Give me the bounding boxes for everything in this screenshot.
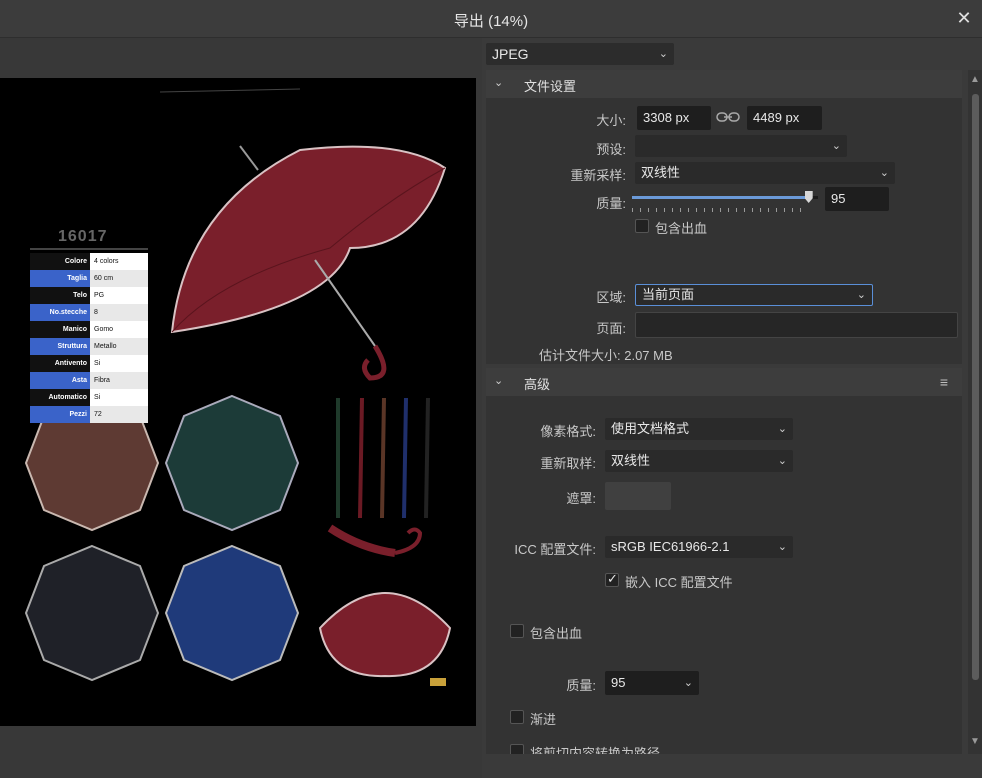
dialog-title: 导出 (14%) (453, 13, 529, 30)
spec-row: Telo PG (30, 287, 148, 304)
progressive-checkbox[interactable] (510, 710, 524, 724)
pages-input[interactable] (635, 312, 958, 338)
adv-bleed-checkbox[interactable] (510, 624, 524, 638)
spec-row: Asta Fibra (30, 372, 148, 389)
resample-label: 重新采样: (570, 168, 626, 183)
advanced-title: 高级 (524, 377, 551, 392)
scrollbar-thumb[interactable] (972, 94, 979, 680)
progressive-label: 渐进 (530, 712, 557, 727)
spec-table: Colore 4 colors Taglia 60 cm Telo PG No.ste… (30, 253, 148, 423)
collapse-chevron-icon[interactable]: ⌄ (494, 374, 503, 387)
matte-label: 遮罩: (566, 491, 596, 506)
scroll-up-icon[interactable]: ▲ (970, 74, 980, 85)
link-icon[interactable] (716, 110, 740, 124)
quality-slider-fill (632, 196, 809, 199)
size-label: 大小: (596, 113, 626, 128)
adv-quality-select[interactable]: 95 ⌄ (605, 671, 699, 695)
adv-resample-select[interactable]: 双线性 ⌄ (605, 450, 793, 472)
spec-row: Manico Gomo (30, 321, 148, 338)
spec-row: Antivento Si (30, 355, 148, 372)
collapse-chevron-icon[interactable]: ⌄ (494, 76, 503, 89)
pixel-format-label: 像素格式: (540, 424, 596, 439)
quality-label: 质量: (596, 196, 626, 211)
adv-bleed-label: 包含出血 (530, 626, 583, 641)
chevron-down-icon: ⌄ (856, 289, 866, 301)
model-underline (30, 248, 148, 250)
file-settings-header[interactable]: ⌄ 文件设置 (486, 70, 962, 98)
chevron-down-icon: ⌄ (777, 455, 787, 467)
export-preview: 16017 Colore 4 colors Taglia 60 cm Telo PG … (0, 78, 476, 726)
preset-label: 预设: (596, 142, 626, 157)
preset-select[interactable]: ⌄ (635, 135, 847, 157)
estimated-size: 估计文件大小: 2.07 MB (539, 348, 673, 363)
spec-row: Pezzi 72 (30, 406, 148, 423)
height-input[interactable]: 4489 px (747, 106, 822, 130)
matte-swatch[interactable] (605, 482, 671, 510)
embed-icc-checkbox[interactable] (605, 571, 619, 587)
product-model-number: 16017 (58, 228, 108, 245)
icc-select[interactable]: sRGB IEC61966-2.1 ⌄ (605, 536, 793, 558)
quality-slider[interactable] (632, 191, 818, 203)
settings-scrollbar[interactable]: ▲ ▼ (968, 70, 982, 754)
dialog-footer (486, 754, 982, 778)
close-icon[interactable]: ✕ (954, 8, 974, 28)
spec-row: No.stecche 8 (30, 304, 148, 321)
spec-row: Struttura Metallo (30, 338, 148, 355)
format-select[interactable]: JPEG ⌄ (486, 43, 674, 65)
bleed-checkbox[interactable] (635, 219, 649, 233)
icc-label: ICC 配置文件: (514, 542, 596, 557)
title-bar: 导出 (14%) ✕ (0, 0, 982, 38)
chevron-down-icon: ⌄ (879, 167, 889, 179)
chevron-down-icon: ⌄ (658, 48, 668, 60)
chevron-down-icon: ⌄ (777, 541, 787, 553)
pixel-format-select[interactable]: 使用文档格式 ⌄ (605, 418, 793, 440)
embed-icc-label: 嵌入 ICC 配置文件 (625, 575, 733, 590)
format-value: JPEG (492, 46, 529, 62)
area-label: 区域: (596, 290, 626, 305)
quality-input[interactable]: 95 (825, 187, 889, 211)
scroll-down-icon[interactable]: ▼ (970, 736, 980, 747)
pages-label: 页面: (596, 321, 626, 336)
adv-quality-label: 质量: (566, 678, 596, 693)
spec-row: Colore 4 colors (30, 253, 148, 270)
file-settings-title: 文件设置 (524, 79, 577, 94)
resample-select[interactable]: 双线性 ⌄ (635, 162, 895, 184)
bleed-label: 包含出血 (655, 221, 708, 236)
menu-icon[interactable]: ≡ (940, 374, 948, 390)
clip-to-path-label: 将剪切内容转换为路径 (530, 746, 661, 754)
adv-resample-label: 重新取样: (540, 456, 596, 471)
spec-row: Automatico Si (30, 389, 148, 406)
chevron-down-icon: ⌄ (831, 140, 841, 152)
chevron-down-icon: ⌄ (777, 423, 787, 435)
quality-ticks (632, 208, 808, 212)
advanced-header[interactable]: ⌄ 高级 ≡ (486, 368, 962, 396)
chevron-down-icon: ⌄ (683, 677, 693, 689)
area-select[interactable]: 当前页面 ⌄ (635, 284, 873, 306)
width-input[interactable]: 3308 px (637, 106, 711, 130)
spec-row: Taglia 60 cm (30, 270, 148, 287)
